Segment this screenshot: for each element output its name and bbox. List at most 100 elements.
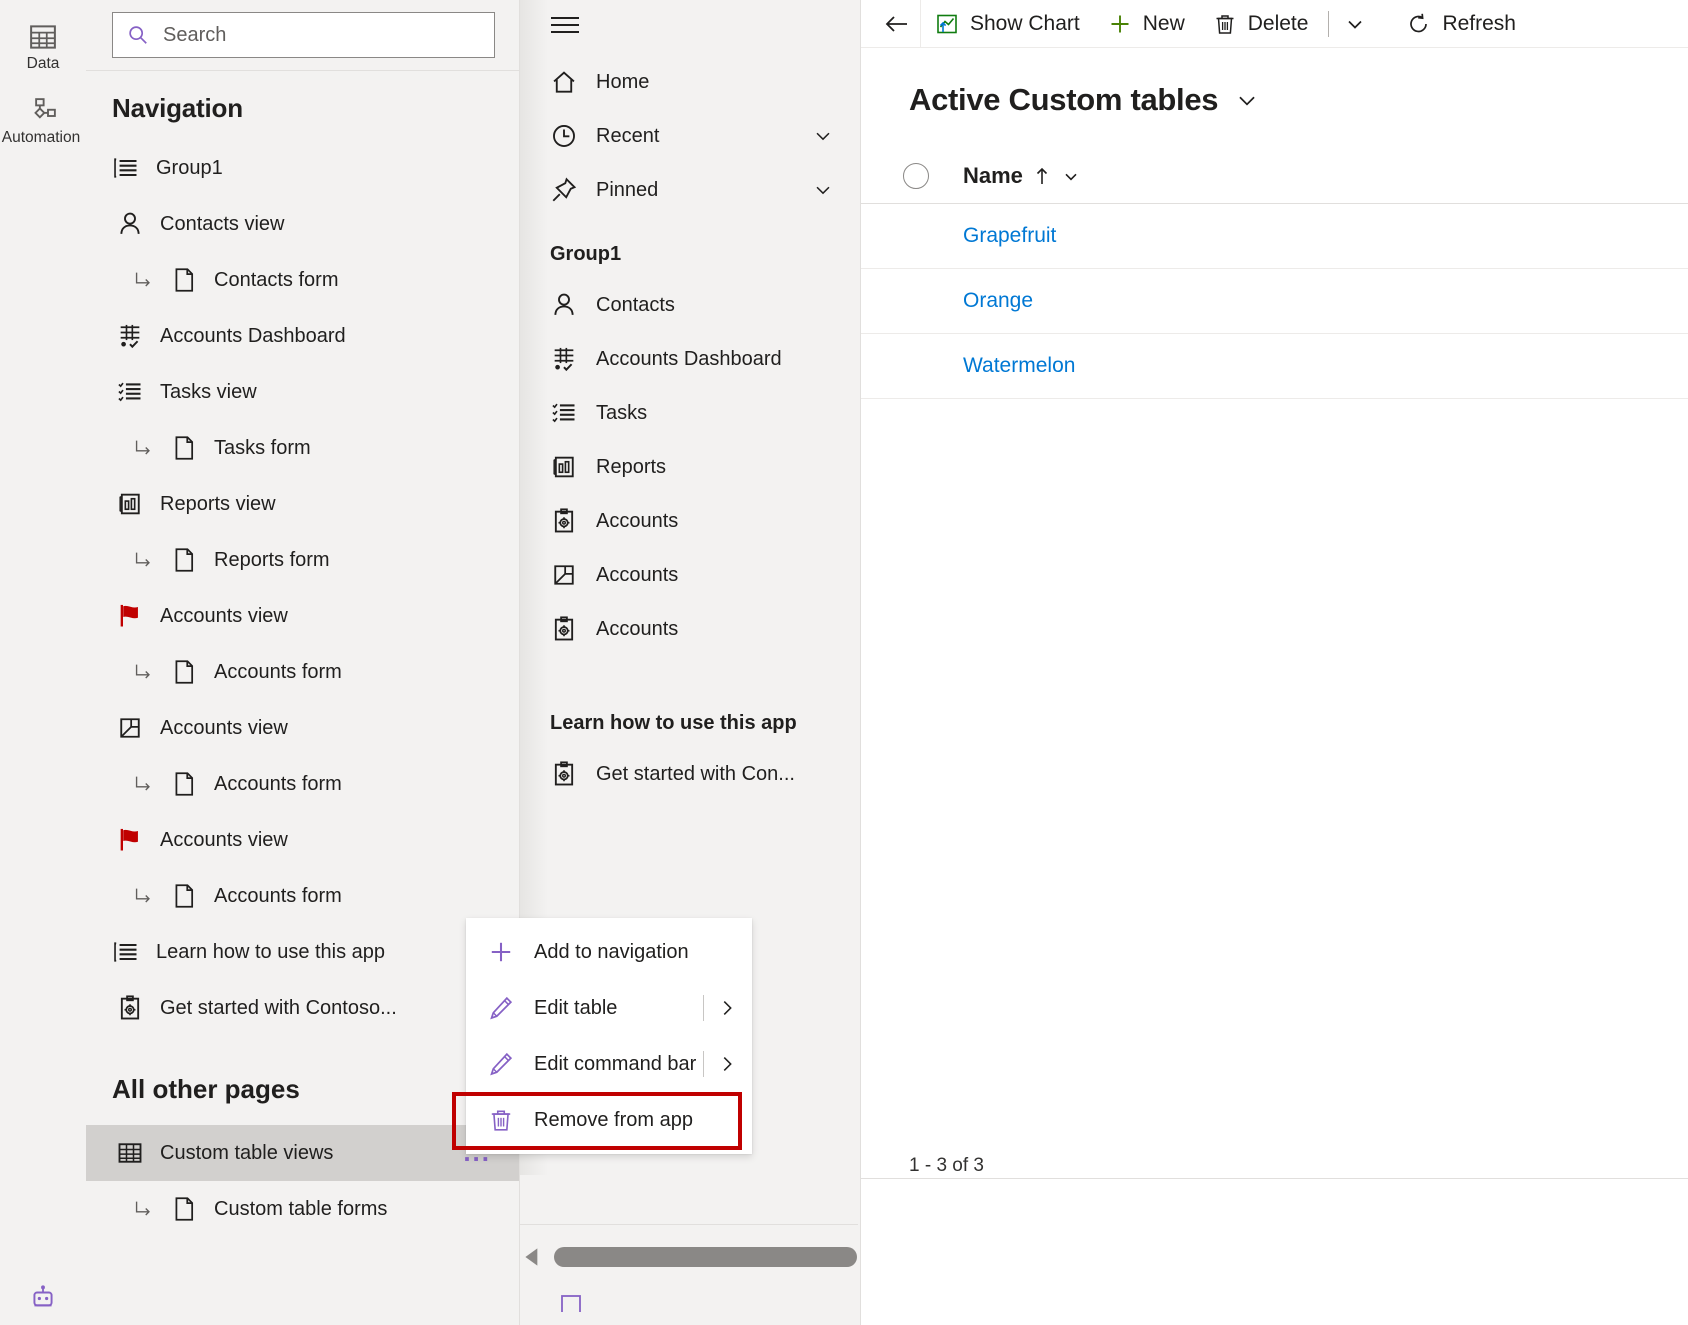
tree-item-learn-how-to-use-this-app[interactable]: Learn how to use this app [86,924,519,980]
preview-item-label: Accounts [596,617,679,640]
preview-item-accounts[interactable]: Accounts [520,548,860,602]
tree-item-get-started-with-contoso[interactable]: Get started with Contoso... [86,980,519,1036]
record-name-link[interactable]: Watermelon [963,354,1075,378]
chevron-down-icon[interactable] [1061,166,1081,186]
tree-item-tasks-view[interactable]: Tasks view [86,364,519,420]
preview-item-label: Get started with Con... [596,762,795,785]
tree-elbow-icon [135,776,150,791]
tree-item-group1[interactable]: Group1 [86,140,519,196]
table-row[interactable]: Watermelon [861,334,1688,399]
show-chart-button[interactable]: Show Chart [921,0,1094,48]
record-name-link[interactable]: Grapefruit [963,224,1056,248]
preview-item-recent[interactable]: Recent [520,109,860,163]
tree-item-accounts-form[interactable]: Accounts form [86,756,519,812]
submenu-indicator[interactable] [703,995,738,1021]
navigation-tree: Group1 Contacts view Contacts form Accounts… [86,140,519,1040]
chevron-right-icon[interactable] [716,1053,738,1075]
scrollbar-track[interactable] [554,1247,857,1267]
view-selector[interactable]: Active Custom tables [861,48,1688,118]
tree-item-accounts-dashboard[interactable]: Accounts Dashboard [86,308,519,364]
tree-item-label: Accounts form [214,772,342,795]
form-page-icon [175,436,194,460]
clipboard-gear-icon [120,995,140,1020]
form-page-icon [175,1197,194,1221]
preview-item-label: Home [596,70,650,93]
tree-item-accounts-view[interactable]: Accounts view [86,700,519,756]
context-menu-item-remove-from-app[interactable]: Remove from app [466,1092,752,1148]
grid-rows: Grapefruit Orange Watermelon [861,204,1688,399]
other-pages-list: Custom table views... Custom table forms [86,1125,519,1237]
command-bar: Show Chart New Delete Refresh [861,0,1688,48]
table-row[interactable]: Orange [861,269,1688,334]
tree-item-accounts-view[interactable]: Accounts view [86,812,519,868]
tree-item-label: Contacts form [214,268,339,291]
preview-item-pinned[interactable]: Pinned [520,163,860,217]
all-other-pages-heading: All other pages [112,1074,300,1104]
preview-item-home[interactable]: Home [520,55,860,109]
chevron-right-icon[interactable] [716,997,738,1019]
folder-view-icon [120,718,140,738]
tree-elbow-icon [135,888,150,903]
new-button[interactable]: New [1094,0,1199,48]
report-chart-icon [553,456,574,478]
tree-item-label: Group1 [156,156,223,179]
table-row[interactable]: Grapefruit [861,204,1688,269]
preview-item-reports[interactable]: Reports [520,440,860,494]
scroll-left-arrow-icon[interactable] [520,1244,546,1270]
rail-item-automation[interactable]: Automation [0,84,86,158]
preview-item-get-started-with-con[interactable]: Get started with Con... [520,747,860,801]
tree-item-accounts-view[interactable]: Accounts view [86,588,519,644]
preview-item-accounts[interactable]: Accounts [520,602,860,656]
preview-item-contacts[interactable]: Contacts [520,278,860,332]
tree-item-accounts-form[interactable]: Accounts form [86,644,519,700]
tree-item-label: Accounts form [214,884,342,907]
trash-icon [1216,14,1234,34]
select-all-checkbox[interactable] [903,162,929,189]
context-menu-item-edit-table[interactable]: Edit table [466,980,752,1036]
search-input[interactable]: Search [112,12,495,58]
tree-item-reports-form[interactable]: Reports form [86,532,519,588]
preview-item-label: Accounts Dashboard [596,347,782,370]
tree-item-contacts-view[interactable]: Contacts view [86,196,519,252]
tree-item-label: Contacts view [160,212,285,235]
context-menu-item-label: Remove from app [534,1108,693,1131]
copilot-robot-icon[interactable] [30,1285,56,1315]
refresh-icon [1410,13,1428,32]
menu-vertical-rule [703,1051,704,1077]
horizontal-scrollbar[interactable] [520,1241,857,1273]
chevron-down-icon[interactable] [812,125,834,147]
tree-item-accounts-form[interactable]: Accounts form [86,868,519,924]
tree-item-contacts-form[interactable]: Contacts form [86,252,519,308]
context-menu-item-edit-command-bar[interactable]: Edit command bar [466,1036,752,1092]
context-menu-item-add-to-navigation[interactable]: Add to navigation [466,924,752,980]
tree-item-custom-table-views[interactable]: Custom table views... [86,1125,519,1181]
chevron-down-icon[interactable] [812,179,834,201]
preview-top-items: Home Recent Pinned [520,41,860,217]
chevron-down-icon[interactable] [1234,87,1260,113]
preview-item-accounts-dashboard[interactable]: Accounts Dashboard [520,332,860,386]
scrollbar-thumb[interactable] [554,1247,857,1267]
preview-item-tasks[interactable]: Tasks [520,386,860,440]
record-name-link[interactable]: Orange [963,289,1033,313]
context-menu-item-label: Edit table [534,996,618,1019]
back-button[interactable] [873,0,921,48]
tree-elbow-icon [135,664,150,679]
back-arrow-icon [885,15,907,32]
command-overflow-button[interactable] [1335,0,1375,48]
table-grid-icon [118,1143,142,1163]
contact-person-icon [120,212,140,234]
plus-icon [1111,15,1129,32]
tree-item-custom-table-forms[interactable]: Custom table forms [86,1181,519,1237]
form-page-icon [175,660,194,684]
submenu-indicator[interactable] [703,1051,738,1077]
column-header-name[interactable]: Name [963,163,1081,189]
tree-item-reports-view[interactable]: Reports view [86,476,519,532]
hamburger-button[interactable] [520,0,860,41]
delete-button[interactable]: Delete [1199,0,1323,48]
refresh-button[interactable]: Refresh [1393,0,1530,48]
rail-item-data[interactable]: Data [0,10,86,84]
preview-group-items: Contacts Accounts Dashboard Tasks Reports Ac… [520,278,860,656]
pager-text: 1 - 3 of 3 [909,1155,984,1176]
preview-item-accounts[interactable]: Accounts [520,494,860,548]
tree-item-tasks-form[interactable]: Tasks form [86,420,519,476]
